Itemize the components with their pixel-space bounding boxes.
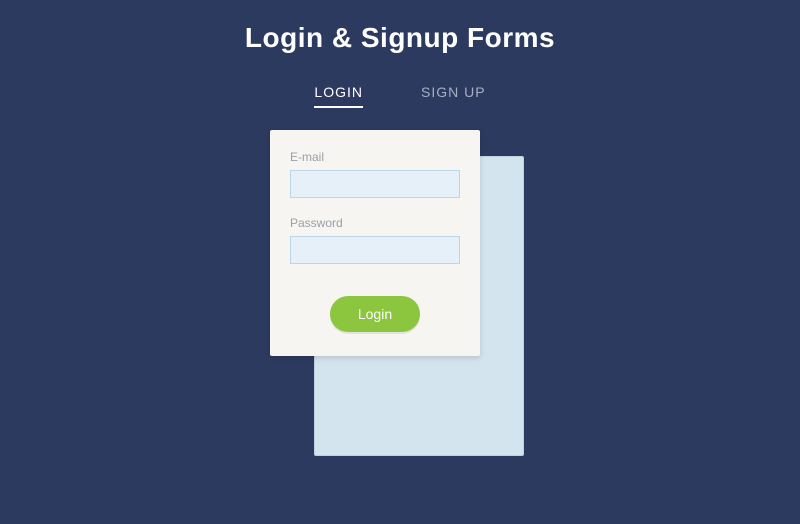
login-card: E-mail Password Login: [270, 130, 480, 356]
tab-signup[interactable]: SIGN UP: [421, 84, 486, 108]
page-title: Login & Signup Forms: [245, 22, 555, 54]
password-label: Password: [290, 216, 460, 230]
email-input[interactable]: [290, 170, 460, 198]
email-field-group: E-mail: [290, 150, 460, 198]
email-label: E-mail: [290, 150, 460, 164]
auth-tabs: LOGIN SIGN UP: [314, 84, 485, 108]
password-field-group: Password: [290, 216, 460, 264]
card-stack: E-mail Password Login: [270, 130, 530, 470]
tab-login[interactable]: LOGIN: [314, 84, 363, 108]
password-input[interactable]: [290, 236, 460, 264]
login-button[interactable]: Login: [330, 296, 420, 332]
